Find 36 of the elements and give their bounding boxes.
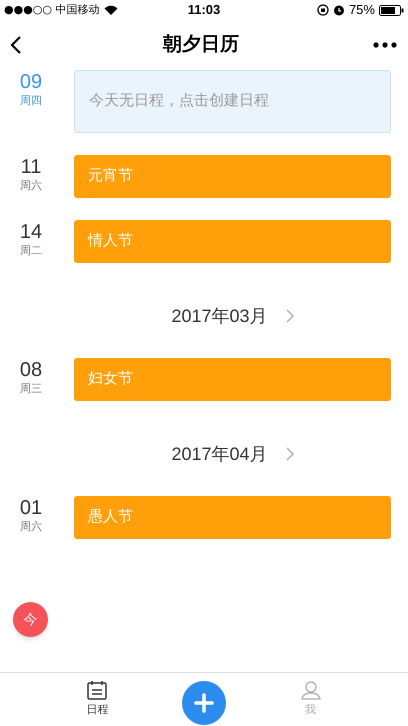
date-number: 01 <box>20 496 42 520</box>
event-card[interactable]: 妇女节 <box>74 358 391 401</box>
battery-percent: 75% <box>348 1 375 20</box>
tab-item[interactable]: 我 <box>280 680 341 719</box>
weekday-label: 周六 <box>20 179 42 193</box>
plus-icon <box>194 692 214 712</box>
chevron-right-icon <box>286 309 294 323</box>
date-number: 11 <box>20 155 42 179</box>
clock-time: 11:03 <box>188 1 220 20</box>
event-card[interactable]: 情人节 <box>74 220 391 263</box>
month-header[interactable]: 2017年03月 <box>74 296 391 336</box>
battery-icon <box>378 4 404 16</box>
person-icon <box>300 680 322 700</box>
wifi-icon <box>104 5 118 15</box>
weekday-label: 周四 <box>20 94 42 108</box>
date-number: 14 <box>20 220 42 244</box>
month-header[interactable]: 2017年04月 <box>74 434 391 474</box>
event-card[interactable]: 愚人节 <box>74 496 391 539</box>
rotation-lock-icon <box>316 4 329 16</box>
weekday-label: 周六 <box>20 520 42 534</box>
date-number: 09 <box>20 70 42 94</box>
carrier-label: ●●●○○ 中国移动 <box>4 2 100 18</box>
weekday-label: 周二 <box>20 244 42 258</box>
chevron-right-icon <box>286 447 294 461</box>
create-event-card[interactable]: 今天无日程，点击创建日程 <box>74 70 391 133</box>
tab-item[interactable]: 日程 <box>67 680 128 719</box>
more-icon <box>373 42 397 48</box>
date-number: 08 <box>20 358 42 382</box>
add-button[interactable] <box>182 680 226 724</box>
back-icon <box>10 35 22 55</box>
weekday-label: 周三 <box>20 382 42 396</box>
event-card[interactable]: 元宵节 <box>74 155 391 198</box>
alarm-icon <box>332 4 345 16</box>
calendar-icon <box>86 680 108 700</box>
page-title: 朝夕日历 <box>163 32 239 57</box>
today-button[interactable]: 今 <box>13 602 48 637</box>
